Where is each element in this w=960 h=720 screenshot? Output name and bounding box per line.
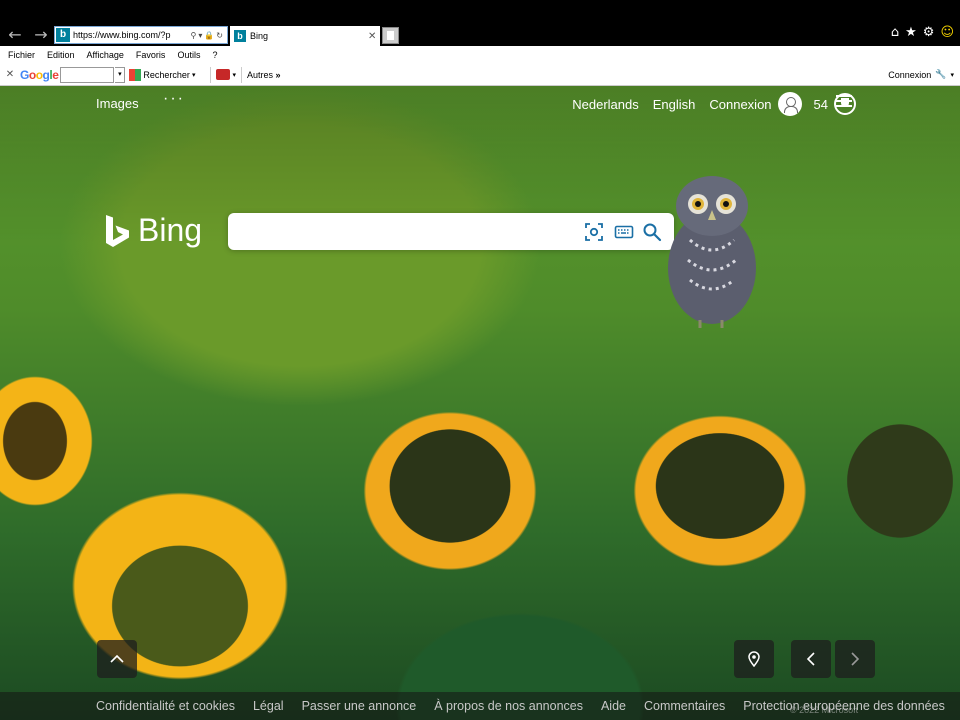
google-logo: Google — [20, 67, 59, 82]
copyright: © 2022 Microsoft — [790, 705, 859, 715]
chevron-down-icon[interactable]: ▾ — [950, 71, 954, 79]
google-search-input[interactable] — [60, 66, 115, 83]
home-icon[interactable]: ⌂ — [891, 25, 899, 40]
menu-help[interactable]: ? — [212, 50, 217, 60]
autres-label: Autres — [246, 69, 273, 80]
footer-link-feedback[interactable]: Commentaires — [644, 699, 725, 713]
menu-bar: Fichier Edition Affichage Favoris Outils… — [0, 46, 960, 64]
rewards-points[interactable]: 54 — [814, 97, 828, 112]
wrench-icon[interactable]: 🔧 — [935, 69, 946, 80]
bing-favicon-icon: b — [234, 30, 246, 42]
footer-link-about-ads[interactable]: À propos de nos annonces — [434, 699, 583, 713]
smiley-icon[interactable]: ☺ — [940, 25, 954, 40]
footer-link-legal[interactable]: Légal — [253, 699, 284, 713]
chevron-up-icon — [110, 654, 124, 663]
toolbar-right: Connexion 🔧 ▾ — [888, 69, 960, 80]
background-image-shade — [0, 86, 960, 720]
language-english-link[interactable]: English — [653, 97, 696, 112]
top-right-nav: Nederlands English Connexion 54 — [572, 92, 856, 116]
chevron-down-icon[interactable]: ▾ — [232, 71, 236, 79]
rechercher-label: Rechercher — [143, 69, 190, 80]
footer-link-help[interactable]: Aide — [601, 699, 626, 713]
chevron-down-icon[interactable]: ▾ — [115, 66, 126, 83]
divider — [210, 66, 212, 83]
address-url[interactable]: https://www.bing.com/?p — [73, 30, 190, 40]
back-arrow-icon[interactable]: ← — [4, 24, 26, 46]
menu-outils[interactable]: Outils — [177, 50, 200, 60]
bing-logo-text: Bing — [138, 212, 203, 248]
location-pin-icon — [748, 651, 760, 667]
search-icon[interactable] — [642, 222, 662, 242]
visual-search-icon[interactable] — [584, 222, 604, 242]
menu-edition[interactable]: Edition — [47, 50, 75, 60]
translate-icon[interactable] — [216, 69, 231, 80]
chevron-left-icon — [806, 652, 815, 666]
chevron-down-icon: ▾ — [191, 71, 196, 79]
footer-link-advertise[interactable]: Passer une annonce — [302, 699, 417, 713]
divider — [240, 66, 242, 83]
bing-homepage: Images ··· Nederlands English Connexion … — [0, 86, 960, 720]
google-toolbar: ✕ Google ▾ Rechercher ▾ ▾ Autres » Conne… — [0, 64, 960, 86]
bing-top-nav: Images ··· Nederlands English Connexion … — [0, 86, 960, 120]
next-image-button[interactable] — [835, 640, 875, 678]
keyboard-icon[interactable] — [614, 222, 634, 242]
gear-icon[interactable]: ⚙ — [923, 25, 935, 40]
browser-titlebar: ← → b https://www.bing.com/?p ⚲▾🔒↻ b Bin… — [0, 0, 960, 46]
close-tab-icon[interactable]: ✕ — [368, 31, 380, 42]
browser-actions: ⌂ ★ ⚙ ☺ — [891, 25, 954, 40]
hamburger-icon[interactable] — [836, 95, 852, 107]
google-search-icon — [129, 68, 142, 81]
menu-favoris[interactable]: Favoris — [136, 50, 166, 60]
language-nederlands-link[interactable]: Nederlands — [572, 97, 639, 112]
bing-logo[interactable]: Bing — [104, 212, 202, 249]
more-menu-icon[interactable]: ··· — [163, 90, 185, 108]
forward-arrow-icon[interactable]: → — [30, 24, 52, 46]
user-icon[interactable] — [777, 92, 802, 116]
search-input[interactable] — [238, 221, 578, 241]
tab-title: Bing — [250, 31, 269, 41]
scroll-up-button[interactable] — [97, 640, 137, 678]
search-box[interactable] — [228, 213, 674, 250]
new-tab-button[interactable] — [382, 27, 399, 44]
address-bar[interactable]: b https://www.bing.com/?p ⚲▾🔒↻ — [54, 26, 228, 44]
menu-fichier[interactable]: Fichier — [8, 50, 35, 60]
signin-link[interactable]: Connexion — [709, 97, 771, 112]
owl-image — [668, 176, 756, 328]
images-link[interactable]: Images — [96, 96, 139, 111]
rechercher-button[interactable]: Rechercher ▾ — [129, 68, 196, 81]
star-icon[interactable]: ★ — [905, 25, 917, 40]
connexion-link[interactable]: Connexion — [888, 70, 931, 80]
bing-favicon-icon: b — [56, 28, 70, 42]
bing-logo-mark-icon — [106, 214, 129, 247]
chevron-right-icon — [851, 652, 860, 666]
address-bar-icons[interactable]: ⚲▾🔒↻ — [190, 31, 227, 40]
prev-image-button[interactable] — [791, 640, 831, 678]
footer-link-privacy[interactable]: Confidentialité et cookies — [96, 699, 235, 713]
autres-button[interactable]: Autres » — [247, 70, 281, 80]
menu-affichage[interactable]: Affichage — [87, 50, 124, 60]
close-toolbar-icon[interactable]: ✕ — [0, 69, 20, 80]
image-location-button[interactable] — [734, 640, 774, 678]
tab-bing[interactable]: b Bing ✕ — [230, 26, 380, 46]
